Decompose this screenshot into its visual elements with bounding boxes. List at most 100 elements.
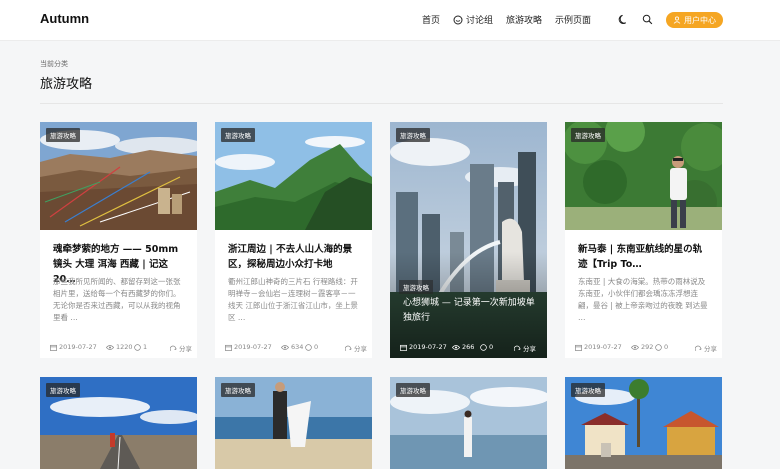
comment-icon — [480, 343, 487, 351]
post-card[interactable]: 旅游攻略 — [390, 377, 547, 469]
post-date-text: 2019-07-27 — [234, 343, 272, 351]
category-badge[interactable]: 旅游攻略 — [221, 128, 255, 142]
share-button[interactable]: 分享 — [514, 343, 536, 353]
site-header: Autumn 首页 讨论组 旅游攻略 示例页面 用户中心 — [0, 0, 780, 41]
post-views-count: 634 — [291, 343, 304, 351]
post-views: 266 — [452, 343, 474, 351]
post-comments-count: 1 — [143, 343, 148, 351]
search-button[interactable] — [640, 12, 654, 26]
category-badge[interactable]: 旅游攻略 — [46, 383, 80, 397]
calendar-icon — [400, 344, 407, 351]
share-button[interactable]: 分享 — [345, 343, 367, 353]
share-icon — [695, 345, 702, 351]
eye-icon — [452, 344, 460, 350]
category-badge[interactable]: 旅游攻略 — [221, 383, 255, 397]
post-excerpt: 东南亚 | 大食の海棠。热带の雨林说及东南亚，小伙伴们都会瑀冻冻浮想连翩，曼谷 … — [578, 277, 708, 322]
category-badge[interactable]: 旅游攻略 — [571, 383, 605, 397]
post-meta: 2019-07-27 266 0 分享 — [400, 343, 540, 353]
calendar-icon — [575, 344, 582, 351]
post-card-featured[interactable]: 旅游攻略 旅游攻略 心想狮城 — 记录第一次新加坡单独旅行 2019-07-27… — [390, 122, 547, 358]
share-icon — [514, 345, 521, 351]
post-views-count: 1220 — [116, 343, 133, 351]
post-views: 292 — [631, 343, 653, 351]
post-date-text: 2019-07-27 — [409, 343, 447, 351]
site-logo[interactable]: Autumn — [40, 11, 89, 26]
post-comments-count: 0 — [314, 343, 319, 351]
eye-icon — [106, 344, 114, 350]
post-card[interactable]: 旅游攻略 — [215, 377, 372, 469]
comment-icon — [305, 343, 312, 351]
category-badge[interactable]: 旅游攻略 — [571, 128, 605, 142]
eye-icon — [281, 344, 289, 350]
post-date: 2019-07-27 — [400, 343, 447, 351]
post-comments: 0 — [655, 343, 668, 351]
post-comments: 0 — [305, 343, 318, 351]
post-comments-count: 0 — [489, 343, 494, 351]
category-badge[interactable]: 旅游攻略 — [46, 128, 80, 142]
post-thumbnail[interactable]: 旅游攻略 — [40, 122, 197, 230]
nav-travel[interactable]: 旅游攻略 — [506, 13, 542, 26]
post-thumbnail[interactable]: 旅游攻略 — [565, 122, 722, 230]
post-excerpt: 衢州江郎山神奇的三片石 行程路线：开明禅寺－会仙岩－连理树－霞客亭－一线天 江郎… — [228, 277, 358, 322]
moon-icon — [618, 14, 626, 24]
nav-forum-label: 讨论组 — [466, 16, 494, 26]
post-meta: 2019-07-27 292 0 分享 — [575, 343, 717, 353]
post-title[interactable]: 新马泰 | 东南亚航线的星の轨迹【Trip To… — [578, 242, 710, 272]
share-button[interactable]: 分享 — [695, 343, 717, 353]
post-views-count: 266 — [462, 343, 475, 351]
share-icon — [170, 345, 177, 351]
calendar-icon — [225, 344, 232, 351]
post-meta: 2019-07-27 1220 1 分享 — [50, 343, 192, 353]
search-icon — [642, 14, 652, 24]
nav-forum[interactable]: 讨论组 — [453, 13, 493, 26]
post-excerpt: 那些我所见所闻的、都留存到这一张张相片里，送给每一个有西藏梦的你们。无论你是否来… — [53, 277, 181, 322]
post-title[interactable]: 浙江周边 | 不去人山人海的景区，探秘周边小众打卡地 — [228, 242, 360, 272]
post-card[interactable]: 旅游攻略 — [40, 377, 197, 469]
user-center-button[interactable]: 用户中心 — [666, 12, 723, 28]
category-badge[interactable]: 旅游攻略 — [396, 383, 430, 397]
post-views: 634 — [281, 343, 303, 351]
post-thumbnail[interactable]: 旅游攻略 — [215, 377, 372, 469]
post-date: 2019-07-27 — [225, 343, 272, 351]
nav-demo[interactable]: 示例页面 — [555, 13, 591, 26]
category-badge[interactable]: 旅游攻略 — [396, 128, 430, 142]
post-title[interactable]: 心想狮城 — 记录第一次新加坡单独旅行 — [403, 296, 535, 326]
nav-home-label: 首页 — [422, 16, 441, 26]
nav-demo-label: 示例页面 — [555, 16, 592, 26]
post-thumbnail[interactable]: 旅游攻略 — [390, 377, 547, 469]
post-comments: 1 — [134, 343, 147, 351]
post-card[interactable]: 旅游攻略 浙江周边 | 不去人山人海的景区，探秘周边小众打卡地 衢州江郎山神奇的… — [215, 122, 372, 358]
share-icon — [345, 345, 352, 351]
category-title: 旅游攻略 — [40, 77, 93, 92]
dark-mode-toggle[interactable] — [616, 12, 630, 26]
post-views-count: 292 — [641, 343, 654, 351]
post-card[interactable]: 旅游攻略 — [565, 377, 722, 469]
share-label: 分享 — [354, 345, 367, 353]
post-thumbnail[interactable]: 旅游攻略 — [40, 377, 197, 469]
comment-icon — [655, 343, 662, 351]
post-thumbnail[interactable]: 旅游攻略 — [565, 377, 722, 469]
user-center-label: 用户中心 — [684, 15, 716, 25]
share-label: 分享 — [179, 345, 192, 353]
post-card[interactable]: 旅游攻略 魂牵梦萦的地方 —— 50mm镜头 大理 洱海 西藏 | 记这20… … — [40, 122, 197, 358]
share-label: 分享 — [704, 345, 717, 353]
category-divider — [40, 103, 723, 104]
comment-icon — [134, 343, 141, 351]
post-date: 2019-07-27 — [575, 343, 622, 351]
post-date: 2019-07-27 — [50, 343, 97, 351]
nav-travel-label: 旅游攻略 — [506, 16, 543, 26]
post-card[interactable]: 旅游攻略 新马泰 | 东南亚航线的星の轨迹【Trip To… 东南亚 | 大食の… — [565, 122, 722, 358]
calendar-icon — [50, 344, 57, 351]
nav-home[interactable]: 首页 — [422, 13, 440, 26]
post-thumbnail[interactable]: 旅游攻略 — [215, 122, 372, 230]
share-label: 分享 — [523, 345, 536, 353]
post-views: 1220 — [106, 343, 133, 351]
eye-icon — [631, 344, 639, 350]
category-label: 当前分类 — [40, 60, 68, 68]
share-button[interactable]: 分享 — [170, 343, 192, 353]
post-comments: 0 — [480, 343, 493, 351]
post-meta: 2019-07-27 634 0 分享 — [225, 343, 367, 353]
chat-icon — [453, 15, 463, 24]
post-date-text: 2019-07-27 — [584, 343, 622, 351]
category-badge-overlay[interactable]: 旅游攻略 — [399, 280, 433, 294]
